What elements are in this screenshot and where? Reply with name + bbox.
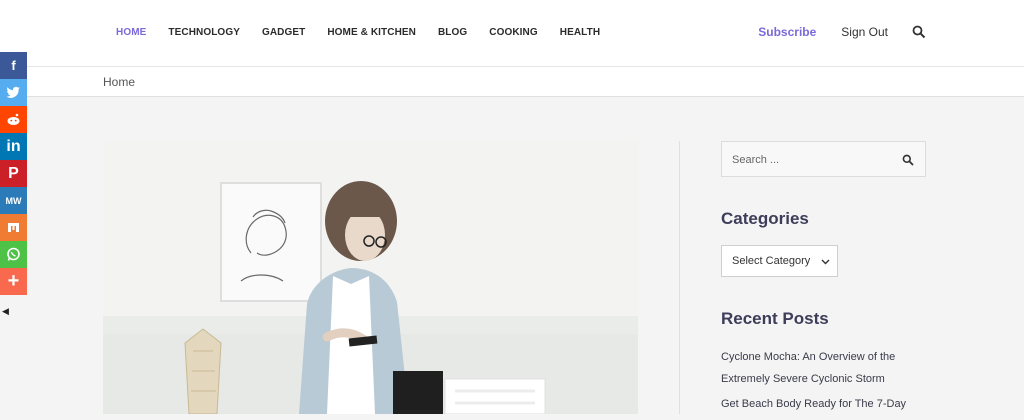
nav-cooking[interactable]: COOKING [489, 27, 537, 38]
main-nav: HOME TECHNOLOGY GADGET HOME & KITCHEN BL… [116, 0, 622, 64]
recent-post-link[interactable]: Get Beach Body Ready for The 7-Day [721, 394, 926, 416]
search-icon[interactable] [912, 25, 926, 39]
nav-health[interactable]: HEALTH [560, 27, 600, 38]
mix-icon[interactable] [0, 214, 27, 241]
nav-home[interactable]: HOME [116, 27, 146, 38]
search-input[interactable] [722, 142, 904, 178]
nav-technology[interactable]: TECHNOLOGY [168, 27, 240, 38]
sidebar: Categories Select Category Recent Posts … [721, 141, 926, 410]
header-actions: Subscribe Sign Out [758, 0, 926, 64]
recent-posts-heading: Recent Posts [721, 309, 829, 328]
more-share-icon[interactable]: + [0, 268, 27, 295]
recent-posts-list: Cyclone Mocha: An Overview of the Extrem… [721, 347, 926, 420]
categories-heading: Categories [721, 209, 809, 228]
recent-post-link[interactable]: Cyclone Mocha: An Overview of the Extrem… [721, 347, 926, 390]
hide-share-arrow-icon[interactable]: ◀ [2, 306, 9, 317]
whatsapp-icon[interactable] [0, 241, 27, 268]
social-share-bar: f in P MW + [0, 52, 27, 295]
breadcrumb-bar: Home [0, 67, 1024, 97]
chevron-down-icon [821, 259, 830, 265]
category-select-value: Select Category [732, 255, 811, 267]
reddit-icon[interactable] [0, 106, 27, 133]
pinterest-icon[interactable]: P [0, 160, 27, 187]
mewe-icon[interactable]: MW [0, 187, 27, 214]
subscribe-link[interactable]: Subscribe [758, 25, 816, 39]
search-submit-icon[interactable] [902, 154, 914, 166]
twitter-icon[interactable] [0, 79, 27, 106]
category-select[interactable]: Select Category [721, 245, 838, 277]
site-header: HOME TECHNOLOGY GADGET HOME & KITCHEN BL… [0, 0, 1024, 67]
nav-blog[interactable]: BLOG [438, 27, 467, 38]
nav-gadget[interactable]: GADGET [262, 27, 305, 38]
breadcrumb-home[interactable]: Home [103, 75, 135, 89]
facebook-icon[interactable]: f [0, 52, 27, 79]
content-divider [679, 141, 680, 414]
nav-home-kitchen[interactable]: HOME & KITCHEN [327, 27, 416, 38]
linkedin-icon[interactable]: in [0, 133, 27, 160]
sidebar-search [721, 141, 926, 178]
sign-out-link[interactable]: Sign Out [841, 25, 888, 39]
featured-image[interactable] [103, 141, 638, 414]
